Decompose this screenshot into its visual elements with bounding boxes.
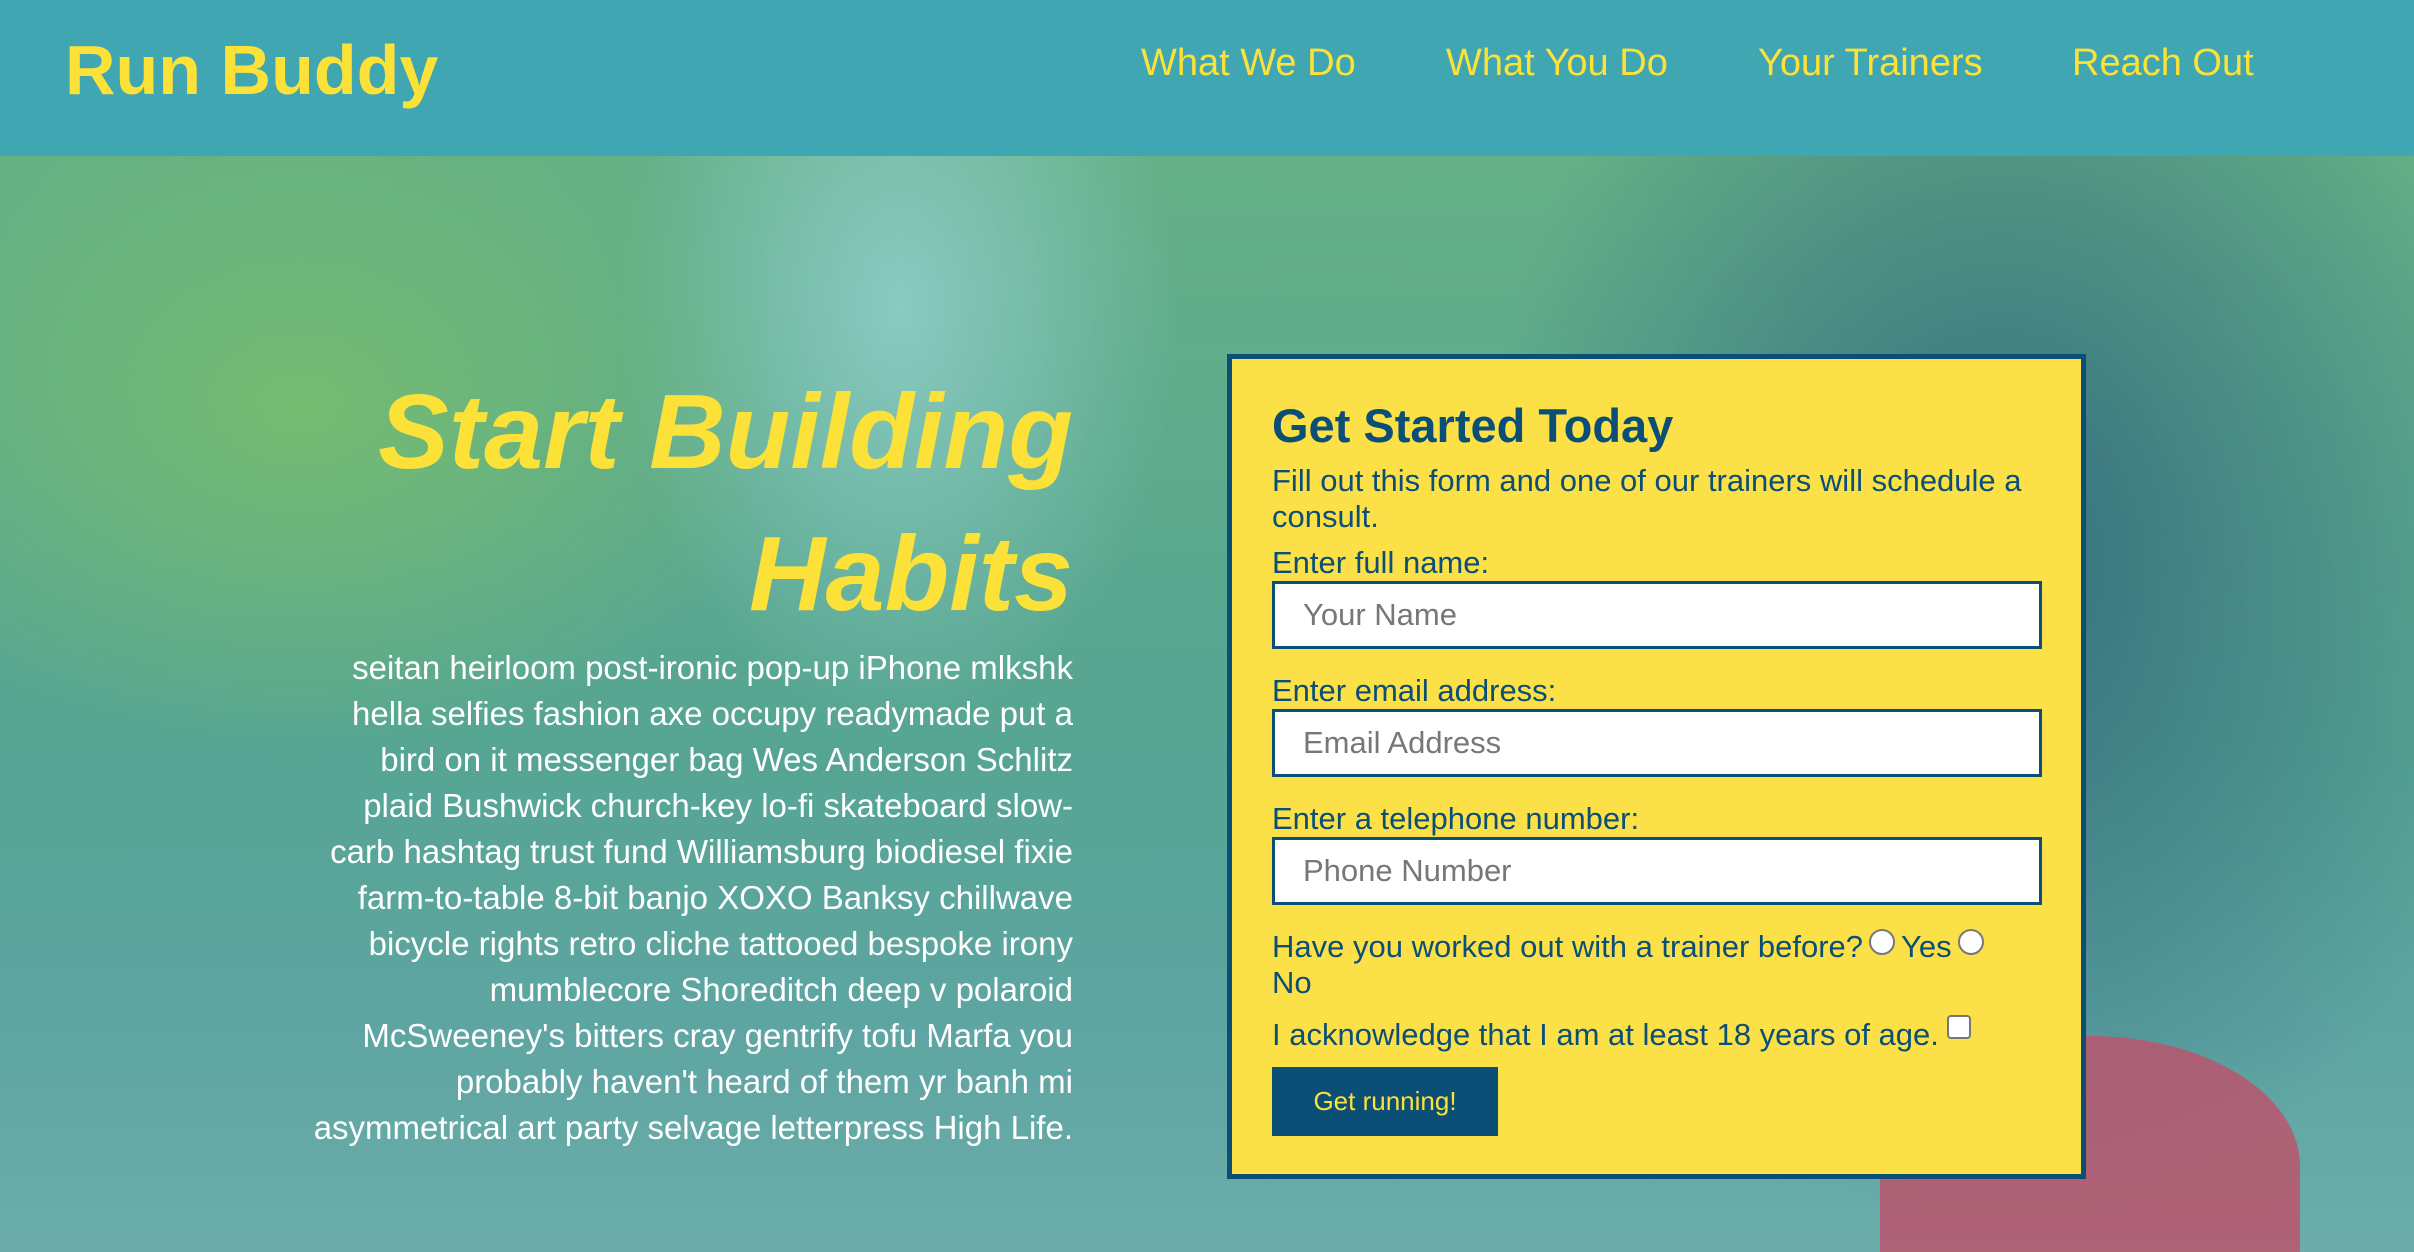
nav-reach-out[interactable]: Reach Out xyxy=(2072,42,2254,85)
trainer-question-text: Have you worked out with a trainer befor… xyxy=(1272,929,1864,964)
nav-what-we-do[interactable]: What We Do xyxy=(1141,42,1356,85)
nav-what-you-do[interactable]: What You Do xyxy=(1446,42,1668,85)
phone-label: Enter a telephone number: xyxy=(1272,801,1640,836)
hero-title: Start Building Habits xyxy=(378,373,1073,633)
age-checkbox[interactable] xyxy=(1946,1015,1971,1039)
no-label: No xyxy=(1272,965,1312,1000)
email-label: Enter email address: xyxy=(1272,673,1557,708)
yes-label: Yes xyxy=(1901,929,1952,964)
phone-input[interactable] xyxy=(1272,837,2042,905)
get-running-button[interactable]: Get running! xyxy=(1272,1067,1498,1136)
radio-yes[interactable] xyxy=(1869,929,1896,955)
name-input[interactable] xyxy=(1272,581,2042,649)
nav-your-trainers[interactable]: Your Trainers xyxy=(1758,42,1983,85)
form-title: Get Started Today xyxy=(1272,399,1674,452)
trainer-question: Have you worked out with a trainer befor… xyxy=(1272,929,2052,1001)
radio-no[interactable] xyxy=(1957,929,1984,955)
email-input[interactable] xyxy=(1272,709,2042,777)
hero-text: Start Building Habits seitan heirloom po… xyxy=(253,361,1073,1151)
signup-form: Get Started Today Fill out this form and… xyxy=(1227,354,2086,1179)
age-ack-text: I acknowledge that I am at least 18 year… xyxy=(1272,1017,1939,1052)
form-intro: Fill out this form and one of our traine… xyxy=(1272,463,2022,534)
name-label: Enter full name: xyxy=(1272,545,1490,580)
main-nav: What We Do What You Do Your Trainers Rea… xyxy=(0,42,2414,102)
site-header: Run Buddy What We Do What You Do Your Tr… xyxy=(0,0,2414,156)
age-acknowledgement: I acknowledge that I am at least 18 year… xyxy=(1272,1015,2041,1053)
hero-body: seitan heirloom post-ironic pop-up iPhon… xyxy=(313,649,1073,1146)
